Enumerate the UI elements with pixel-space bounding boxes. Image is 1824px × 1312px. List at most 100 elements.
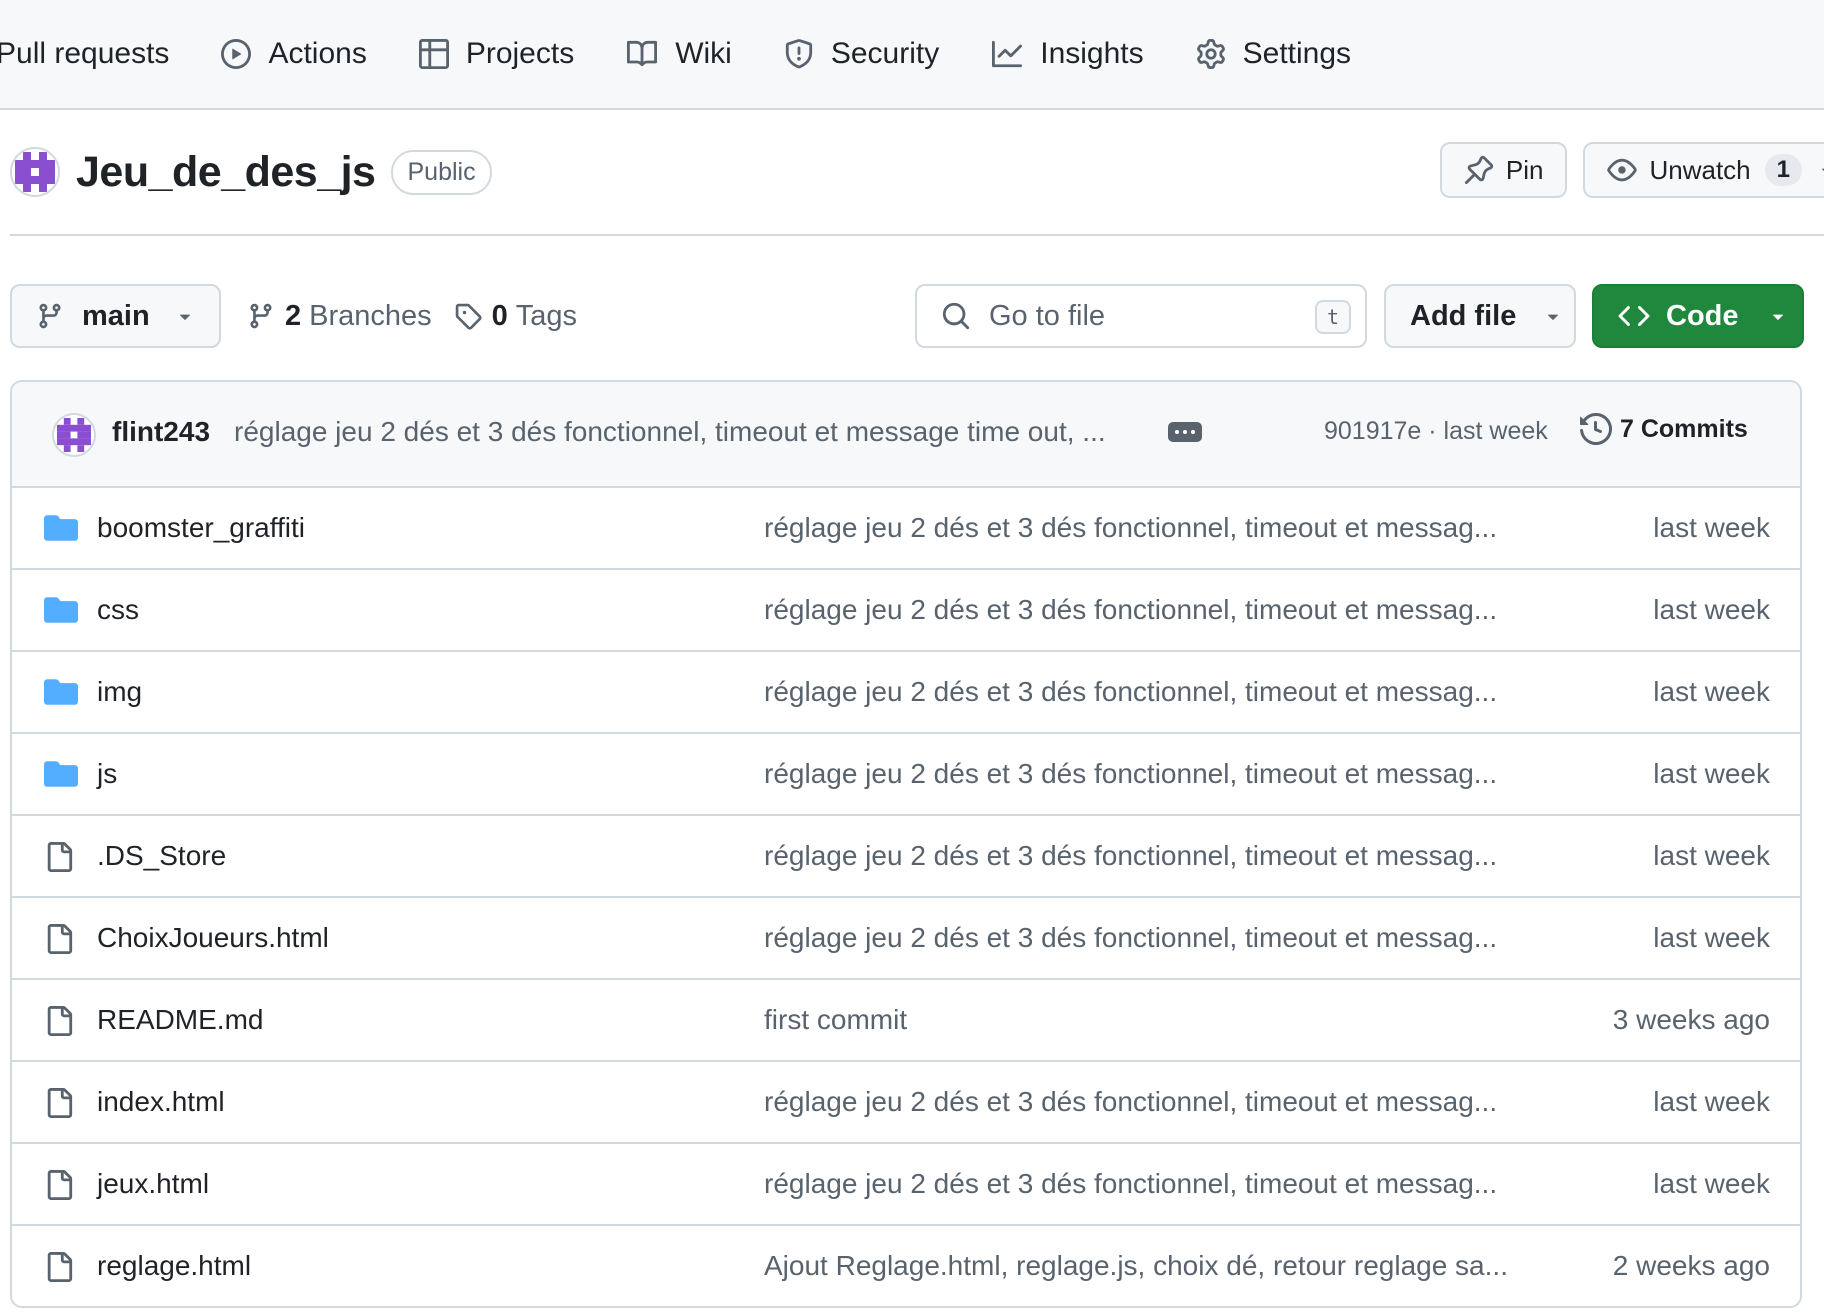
file-name[interactable]: ChoixJoueurs.html — [97, 922, 329, 954]
file-commit-message[interactable]: réglage jeu 2 dés et 3 dés fonctionnel, … — [764, 922, 1534, 954]
file-icon — [44, 1169, 74, 1201]
file-name[interactable]: boomster_graffiti — [97, 512, 305, 544]
nav-label: Security — [830, 37, 940, 70]
file-commit-age: last week — [1653, 594, 1770, 625]
file-name[interactable]: .DS_Store — [97, 840, 226, 872]
file-commit-age: last week — [1653, 922, 1770, 953]
identicon-icon — [15, 152, 55, 192]
file-name[interactable]: reglage.html — [97, 1250, 251, 1282]
search-icon — [941, 301, 971, 331]
file-icon — [44, 1251, 74, 1283]
table-row[interactable]: reglage.html Ajout Reglage.html, reglage.… — [12, 1226, 1800, 1306]
branch-name: main — [82, 299, 150, 332]
chevron-down-icon[interactable] — [1802, 144, 1824, 196]
branch-selector[interactable]: main — [10, 284, 221, 348]
file-commit-message[interactable]: réglage jeu 2 dés et 3 dés fonctionnel, … — [764, 840, 1534, 872]
table-row[interactable]: js réglage jeu 2 dés et 3 dés fonctionnel… — [12, 734, 1800, 816]
file-commit-age: last week — [1653, 1086, 1770, 1117]
unwatch-label: Unwatch — [1649, 154, 1751, 185]
chevron-down-icon — [1767, 305, 1789, 327]
table-row[interactable]: index.html réglage jeu 2 dés et 3 dés fon… — [12, 1062, 1800, 1144]
file-navigation: main 2 Branches 0 Tags Go to file t Add … — [10, 284, 1804, 348]
nav-security[interactable]: Security — [784, 0, 939, 108]
commits-history-link[interactable]: 7 Commits — [1580, 413, 1748, 445]
table-row[interactable]: README.md first commit 3 weeks ago — [12, 980, 1800, 1062]
commit-sha-age[interactable]: 901917e · last week — [1324, 417, 1548, 446]
nav-label: Settings — [1242, 37, 1352, 70]
table-row[interactable]: .DS_Store réglage jeu 2 dés et 3 dés fonc… — [12, 816, 1800, 898]
nav-wiki[interactable]: Wiki — [626, 0, 732, 108]
file-commit-age: last week — [1653, 512, 1770, 543]
file-name[interactable]: js — [97, 758, 117, 790]
branches-link[interactable]: 2 Branches — [247, 300, 432, 333]
tags-link[interactable]: 0 Tags — [454, 300, 577, 333]
file-list: flint243 réglage jeu 2 dés et 3 dés fonc… — [10, 380, 1802, 1308]
file-commit-message[interactable]: first commit — [764, 1004, 1534, 1036]
file-commit-message[interactable]: réglage jeu 2 dés et 3 dés fonctionnel, … — [764, 512, 1534, 544]
nav-projects[interactable]: Projects — [418, 0, 574, 108]
file-name[interactable]: jeux.html — [97, 1168, 209, 1200]
book-icon — [626, 39, 658, 69]
file-rows: boomster_graffiti réglage jeu 2 dés et 3 … — [12, 488, 1800, 1306]
table-row[interactable]: css réglage jeu 2 dés et 3 dés fonctionne… — [12, 570, 1800, 652]
git-branch-icon — [36, 302, 64, 330]
owner-avatar[interactable] — [10, 147, 60, 197]
table-row[interactable]: boomster_graffiti réglage jeu 2 dés et 3 … — [12, 488, 1800, 570]
history-icon — [1580, 413, 1612, 445]
file-commit-message[interactable]: réglage jeu 2 dés et 3 dés fonctionnel, … — [764, 758, 1534, 790]
file-commit-age: last week — [1653, 758, 1770, 789]
add-file-button[interactable]: Add file — [1384, 284, 1576, 348]
keyboard-shortcut: t — [1315, 300, 1351, 334]
code-label: Code — [1666, 299, 1739, 332]
go-to-file-input[interactable]: Go to file t — [915, 284, 1367, 348]
tag-icon — [454, 302, 482, 330]
file-commit-message[interactable]: réglage jeu 2 dés et 3 dés fonctionnel, … — [764, 594, 1534, 626]
expand-commit-message-button[interactable] — [1168, 422, 1202, 442]
branches-label: Branches — [309, 299, 432, 332]
folder-icon — [44, 595, 78, 625]
file-icon — [44, 1005, 74, 1037]
file-name[interactable]: README.md — [97, 1004, 263, 1036]
file-name[interactable]: index.html — [97, 1086, 225, 1118]
watch-count: 1 — [1764, 154, 1802, 186]
file-commit-age: 3 weeks ago — [1612, 1004, 1770, 1035]
nav-label: Pull requests — [0, 37, 170, 70]
file-name[interactable]: css — [97, 594, 139, 626]
file-name[interactable]: img — [97, 676, 142, 708]
file-icon — [44, 1087, 74, 1119]
file-commit-message[interactable]: réglage jeu 2 dés et 3 dés fonctionnel, … — [764, 1086, 1534, 1118]
pin-label: Pin — [1505, 154, 1544, 185]
commit-message[interactable]: réglage jeu 2 dés et 3 dés fonctionnel, … — [234, 416, 1154, 448]
nav-actions[interactable]: Actions — [221, 0, 367, 108]
chevron-down-icon — [1542, 305, 1564, 327]
nav-label: Insights — [1040, 37, 1144, 70]
file-commit-message[interactable]: réglage jeu 2 dés et 3 dés fonctionnel, … — [764, 1168, 1534, 1200]
commit-author[interactable]: flint243 — [112, 416, 210, 448]
file-commit-age: last week — [1653, 840, 1770, 871]
nav-insights[interactable]: Insights — [991, 0, 1144, 108]
shield-icon — [784, 39, 814, 69]
pin-icon — [1464, 155, 1494, 185]
file-icon — [44, 923, 74, 955]
table-row[interactable]: jeux.html réglage jeu 2 dés et 3 dés fonc… — [12, 1144, 1800, 1226]
graph-icon — [991, 39, 1023, 69]
table-icon — [418, 39, 449, 69]
chevron-down-icon — [174, 305, 196, 327]
code-button[interactable]: Code — [1592, 284, 1804, 348]
nav-settings[interactable]: Settings — [1196, 0, 1351, 108]
play-icon — [221, 39, 252, 69]
file-commit-message[interactable]: Ajout Reglage.html, reglage.js, choix dé… — [764, 1250, 1534, 1282]
file-commit-message[interactable]: réglage jeu 2 dés et 3 dés fonctionnel, … — [764, 676, 1534, 708]
commits-label: 7 Commits — [1620, 414, 1748, 443]
pin-button[interactable]: Pin — [1439, 142, 1568, 198]
repo-name[interactable]: Jeu_de_des_js — [76, 148, 376, 197]
commit-author-avatar[interactable] — [52, 413, 96, 457]
tags-label: Tags — [515, 299, 578, 332]
repo-title-row: Jeu_de_des_js Public — [10, 140, 492, 204]
identicon-icon — [57, 418, 91, 452]
table-row[interactable]: ChoixJoueurs.html réglage jeu 2 dés et 3 … — [12, 898, 1800, 980]
file-commit-age: last week — [1653, 1168, 1770, 1199]
unwatch-button[interactable]: Unwatch 1 — [1583, 142, 1824, 198]
table-row[interactable]: img réglage jeu 2 dés et 3 dés fonctionne… — [12, 652, 1800, 734]
nav-pull-requests[interactable]: Pull requests — [0, 0, 169, 108]
